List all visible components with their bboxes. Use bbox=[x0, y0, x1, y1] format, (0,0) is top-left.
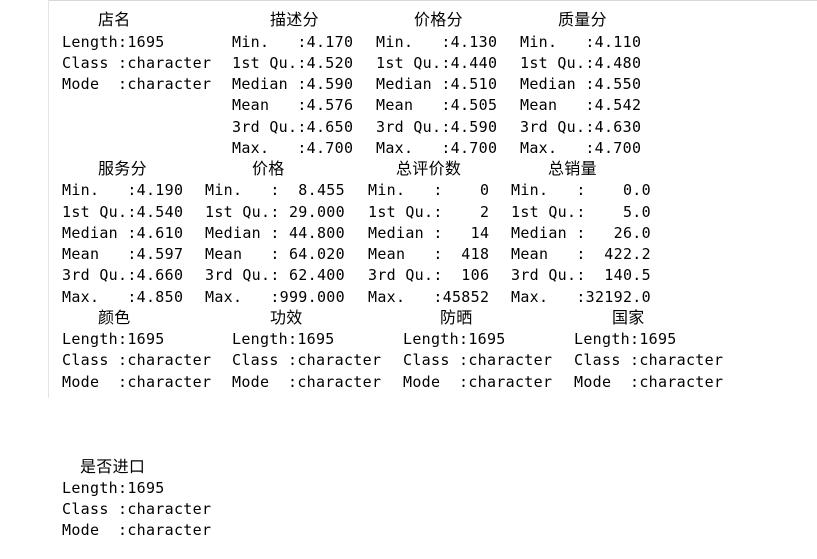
column-header-dianming: 店名 bbox=[98, 10, 131, 29]
summary-cell: Class :character bbox=[232, 351, 382, 369]
summary-cell: 3rd Qu.: 140.5 bbox=[511, 266, 651, 284]
summary-cell: Min. :4.170 bbox=[232, 33, 354, 51]
summary-cell: Median : 26.0 bbox=[511, 224, 651, 242]
summary-cell: 3rd Qu.:4.660 bbox=[62, 266, 184, 284]
column-header-zongpingjiashu: 总评价数 bbox=[396, 159, 462, 178]
summary-cell: Median : 44.800 bbox=[205, 224, 345, 242]
summary-cell: Mean :4.576 bbox=[232, 96, 354, 114]
summary-cell: Median :4.590 bbox=[232, 75, 354, 93]
summary-cell: Length:1695 bbox=[403, 330, 506, 348]
summary-cell: 1st Qu.:4.480 bbox=[520, 54, 642, 72]
summary-cell: Max. :999.000 bbox=[205, 288, 345, 306]
column-header-fangshai: 防晒 bbox=[440, 308, 473, 327]
summary-cell: Max. :4.850 bbox=[62, 288, 184, 306]
summary-cell: 1st Qu.: 29.000 bbox=[205, 203, 345, 221]
console-left-border bbox=[48, 0, 49, 398]
summary-cell: Length:1695 bbox=[62, 33, 165, 51]
column-header-fuwufen: 服务分 bbox=[98, 159, 147, 178]
summary-cell: 1st Qu.:4.440 bbox=[376, 54, 498, 72]
summary-cell: Median :4.610 bbox=[62, 224, 184, 242]
summary-cell: 1st Qu.:4.520 bbox=[232, 54, 354, 72]
summary-cell: 3rd Qu.: 62.400 bbox=[205, 266, 345, 284]
summary-cell: Mean :4.597 bbox=[62, 245, 184, 263]
summary-cell: Mode :character bbox=[62, 75, 212, 93]
summary-cell: Class :character bbox=[62, 54, 212, 72]
summary-cell: Max. :32192.0 bbox=[511, 288, 651, 306]
summary-cell: Class :character bbox=[62, 351, 212, 369]
summary-cell: Mode :character bbox=[232, 373, 382, 391]
column-header-yanse: 颜色 bbox=[98, 308, 131, 327]
summary-cell: Max. :45852 bbox=[368, 288, 490, 306]
summary-cell: Mean : 418 bbox=[368, 245, 490, 263]
summary-cell: Length:1695 bbox=[232, 330, 335, 348]
summary-cell: Class :character bbox=[403, 351, 553, 369]
summary-cell: Min. : 0.0 bbox=[511, 181, 651, 199]
column-header-shifoujinkou: 是否进口 bbox=[80, 457, 146, 476]
summary-cell: Length:1695 bbox=[574, 330, 677, 348]
column-header-miaoshufen: 描述分 bbox=[270, 10, 319, 29]
summary-cell: Min. : 0 bbox=[368, 181, 490, 199]
summary-cell: 3rd Qu.:4.650 bbox=[232, 118, 354, 136]
column-header-zongxiaoliang: 总销量 bbox=[548, 159, 597, 178]
console-output: 店名 描述分 价格分 质量分 Length:1695 Min. :4.170 M… bbox=[0, 0, 817, 559]
summary-cell: Mode :character bbox=[403, 373, 553, 391]
summary-cell: Max. :4.700 bbox=[232, 139, 354, 157]
summary-cell: Class :character bbox=[574, 351, 724, 369]
summary-cell: Mode :character bbox=[62, 373, 212, 391]
console-top-border bbox=[48, 0, 817, 3]
summary-cell: Min. :4.190 bbox=[62, 181, 184, 199]
summary-cell: Mean :4.542 bbox=[520, 96, 642, 114]
column-header-guojia: 国家 bbox=[612, 308, 645, 327]
summary-cell: Min. :4.130 bbox=[376, 33, 498, 51]
summary-cell: Mean : 64.020 bbox=[205, 245, 345, 263]
summary-cell: Class :character bbox=[62, 500, 212, 518]
column-header-jiage: 价格 bbox=[252, 159, 285, 178]
column-header-zhiliangfen: 质量分 bbox=[558, 10, 607, 29]
summary-cell: 1st Qu.: 5.0 bbox=[511, 203, 651, 221]
summary-cell: Mean : 422.2 bbox=[511, 245, 651, 263]
summary-cell: 3rd Qu.:4.590 bbox=[376, 118, 498, 136]
summary-cell: Min. : 8.455 bbox=[205, 181, 345, 199]
summary-cell: Median :4.550 bbox=[520, 75, 642, 93]
summary-cell: 1st Qu.: 2 bbox=[368, 203, 490, 221]
summary-cell: Min. :4.110 bbox=[520, 33, 642, 51]
summary-cell: Max. :4.700 bbox=[376, 139, 498, 157]
summary-cell: 3rd Qu.: 106 bbox=[368, 266, 490, 284]
summary-cell: Length:1695 bbox=[62, 330, 165, 348]
summary-cell: 3rd Qu.:4.630 bbox=[520, 118, 642, 136]
column-header-jiagefen: 价格分 bbox=[414, 10, 463, 29]
summary-cell: Max. :4.700 bbox=[520, 139, 642, 157]
summary-cell: 1st Qu.:4.540 bbox=[62, 203, 184, 221]
summary-cell: Mean :4.505 bbox=[376, 96, 498, 114]
summary-cell: Median :4.510 bbox=[376, 75, 498, 93]
summary-cell: Mode :character bbox=[62, 521, 212, 539]
summary-cell: Length:1695 bbox=[62, 479, 165, 497]
column-header-gongxiao: 功效 bbox=[270, 308, 303, 327]
summary-cell: Median : 14 bbox=[368, 224, 490, 242]
summary-cell: Mode :character bbox=[574, 373, 724, 391]
